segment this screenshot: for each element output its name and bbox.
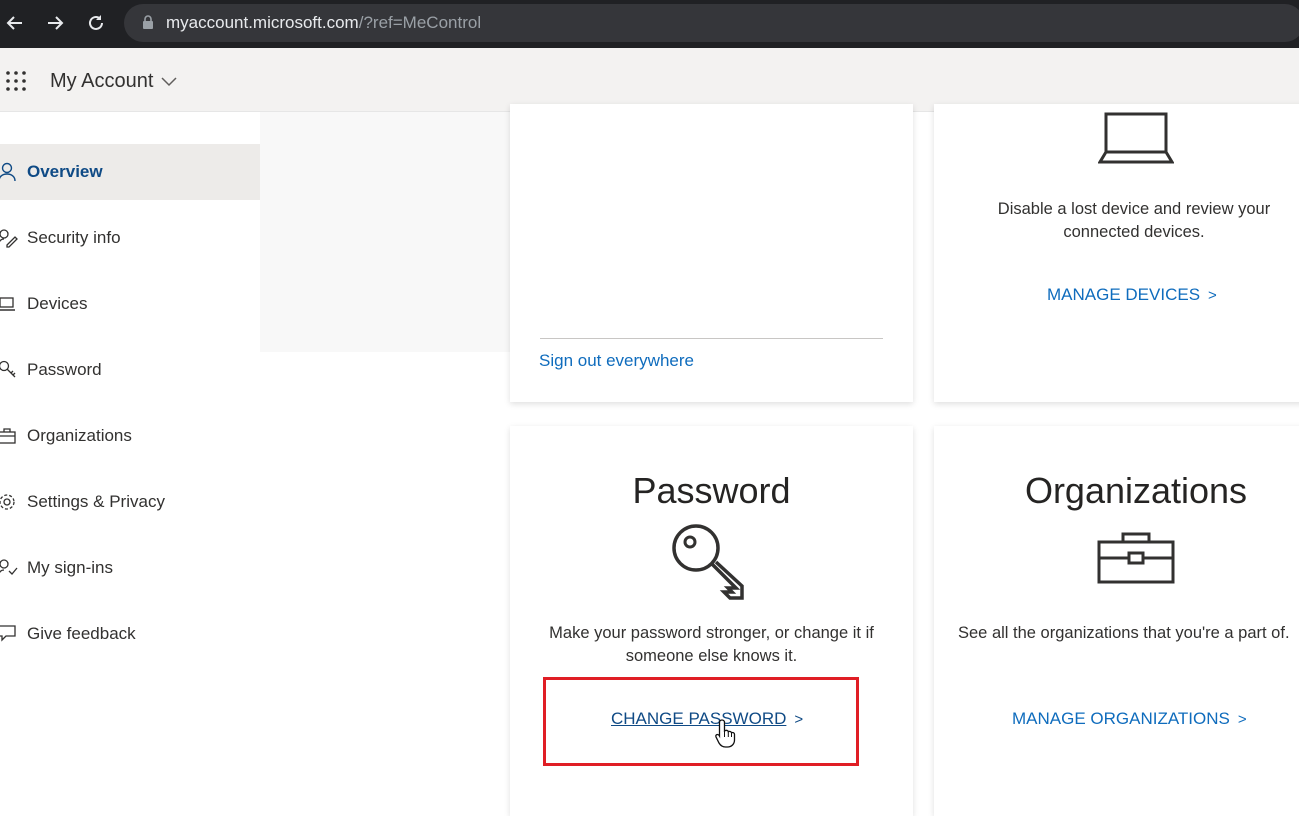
chevron-down-icon — [161, 76, 177, 86]
laptop-icon — [0, 297, 15, 311]
reload-button[interactable] — [81, 8, 111, 38]
briefcase-icon — [0, 428, 16, 444]
sidebar-item-label: Devices — [27, 294, 88, 313]
sidebar-item-organizations[interactable]: Organizations — [0, 408, 260, 464]
forward-button[interactable] — [40, 8, 70, 38]
sidebar-item-label: Overview — [27, 162, 103, 181]
card-divider — [540, 338, 883, 339]
sidebar-item-devices[interactable]: Devices — [0, 276, 260, 332]
organizations-card: Organizations See all the organizations … — [934, 426, 1299, 816]
sign-ins-icon — [0, 559, 18, 575]
organizations-description: See all the organizations that you're a … — [958, 624, 1290, 642]
sidebar-item-label: Give feedback — [27, 624, 136, 643]
app-launcher-icon[interactable] — [5, 70, 27, 92]
laptop-icon — [1098, 112, 1174, 164]
sidebar-item-label: Password — [27, 360, 102, 379]
sidebar-item-label: Organizations — [27, 426, 132, 445]
signout-card: Sign out everywhere — [510, 104, 913, 402]
back-arrow-icon — [6, 16, 22, 30]
sidebar-item-label: Security info — [27, 228, 121, 247]
manage-organizations-label: MANAGE ORGANIZATIONS — [1012, 709, 1230, 728]
sidebar-item-security-info[interactable]: Security info — [0, 210, 260, 266]
hand-cursor-icon — [715, 719, 736, 748]
feedback-icon — [0, 625, 16, 642]
manage-organizations-link[interactable]: MANAGE ORGANIZATIONS > — [1012, 709, 1247, 729]
sidebar-item-label: Settings & Privacy — [27, 492, 165, 511]
content-background — [260, 112, 510, 352]
key-icon — [0, 360, 16, 378]
app-title: My Account — [50, 70, 154, 92]
chevron-right-icon: > — [1237, 711, 1247, 728]
reload-icon — [89, 15, 103, 30]
briefcase-icon — [1097, 532, 1175, 584]
url-text: myaccount.microsoft.com/?ref=MeControl — [166, 12, 481, 34]
highlight-box — [543, 677, 859, 766]
browser-toolbar: myaccount.microsoft.com/?ref=MeControl — [0, 0, 1299, 48]
url-path: /?ref=MeControl — [358, 13, 482, 32]
lock-icon — [143, 15, 153, 29]
sidebar-item-password[interactable]: Password — [0, 342, 260, 398]
url-host: myaccount.microsoft.com — [166, 13, 359, 32]
sidebar-item-give-feedback[interactable]: Give feedback — [0, 606, 260, 662]
sidebar-item-label: My sign-ins — [27, 558, 113, 577]
address-bar[interactable]: myaccount.microsoft.com/?ref=MeControl — [124, 4, 1299, 42]
person-icon — [0, 162, 16, 182]
chevron-right-icon: > — [1208, 287, 1217, 304]
manage-devices-link[interactable]: MANAGE DEVICES > — [1047, 285, 1217, 305]
sidebar-item-settings-privacy[interactable]: Settings & Privacy — [0, 474, 260, 530]
back-button[interactable] — [0, 8, 30, 38]
gear-icon — [0, 494, 15, 510]
devices-card: Disable a lost device and review your co… — [934, 104, 1299, 402]
devices-description: Disable a lost device and review your co… — [997, 200, 1271, 241]
manage-devices-label: MANAGE DEVICES — [1047, 285, 1201, 304]
app-header: My Account — [0, 48, 1299, 112]
sidebar-item-overview[interactable]: Overview — [0, 144, 260, 200]
organizations-card-title: Organizations — [1024, 470, 1248, 511]
app-title-menu[interactable]: My Account — [50, 70, 177, 93]
password-card-title: Password — [632, 470, 791, 511]
forward-arrow-icon — [48, 16, 64, 30]
sign-out-everywhere-link[interactable]: Sign out everywhere — [539, 351, 694, 371]
sidebar-item-my-sign-ins[interactable]: My sign-ins — [0, 540, 260, 596]
key-icon — [672, 524, 744, 600]
password-description: Make your password stronger, or change i… — [549, 624, 874, 665]
sidebar: Overview Security info Devices Password … — [0, 112, 260, 802]
security-info-icon — [0, 229, 18, 248]
